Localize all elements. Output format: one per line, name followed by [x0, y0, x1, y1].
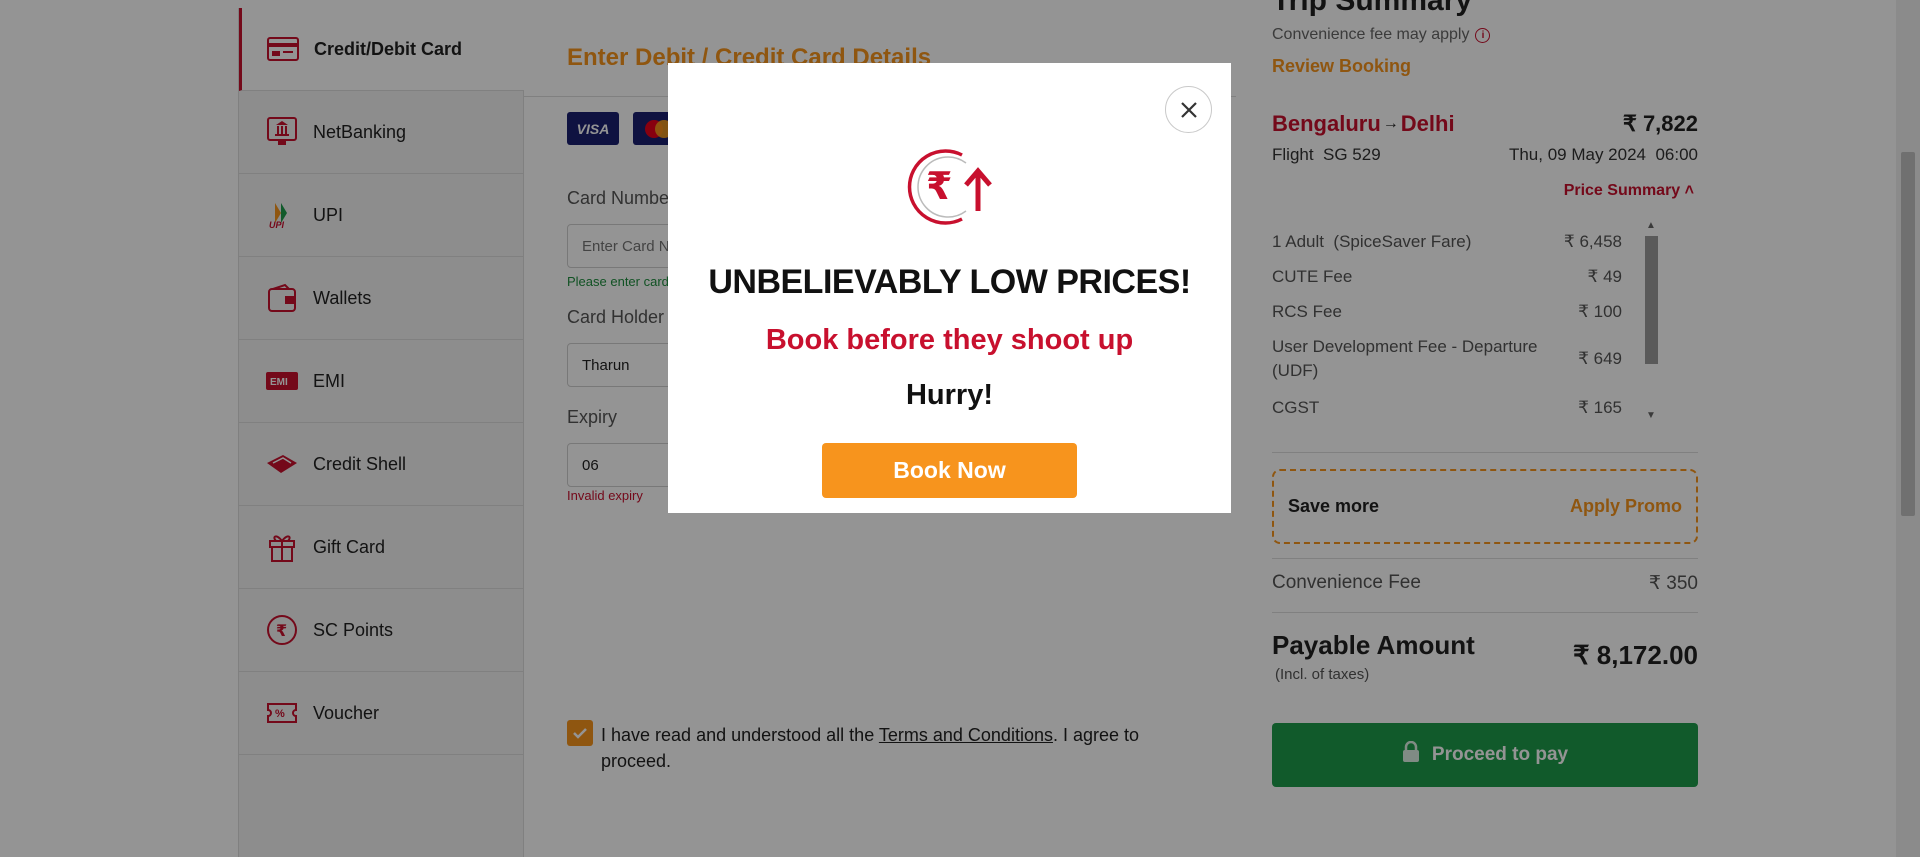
- modal-hurry-text: Hurry!: [905, 379, 993, 411]
- modal-subheadline: Book before they shoot up: [765, 324, 1134, 356]
- price-rise-icon: ₹: [904, 147, 1000, 227]
- book-now-button[interactable]: Book Now: [822, 443, 1077, 498]
- modal-headline: UNBELIEVABLY LOW PRICES!: [708, 263, 1191, 301]
- close-button[interactable]: [1165, 86, 1212, 133]
- close-icon: [1180, 101, 1197, 118]
- promo-modal: ₹ UNBELIEVABLY LOW PRICES! Book before t…: [668, 63, 1231, 513]
- rupee-glyph: ₹: [926, 164, 952, 208]
